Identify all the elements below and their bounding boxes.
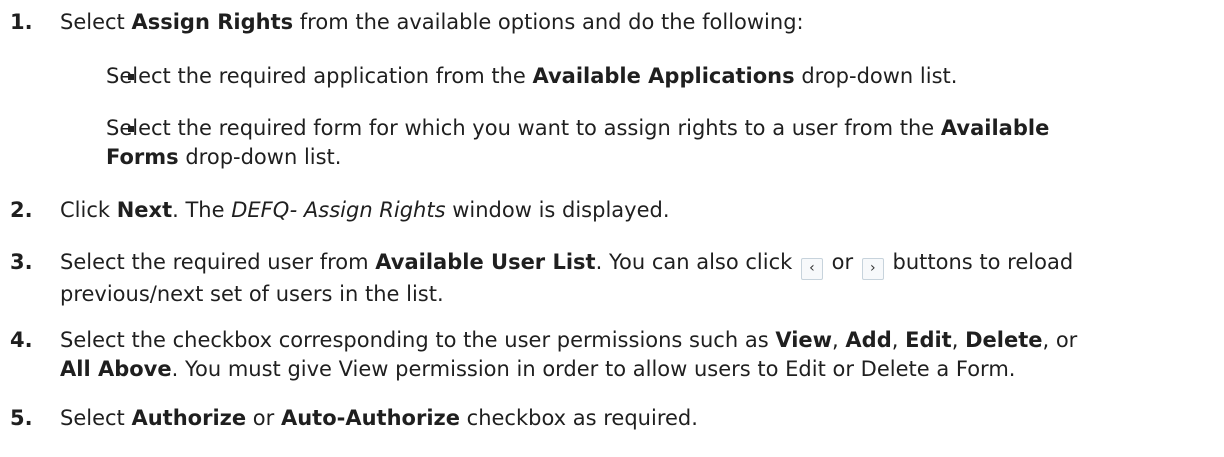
step-number: 3. — [10, 250, 33, 274]
step-text: Select the required user from Available … — [60, 250, 1074, 306]
chevron-right-icon: › — [861, 258, 884, 280]
instruction-document: 1. Select Assign Rights from the availab… — [0, 0, 1224, 457]
step-number: 1. — [10, 10, 33, 34]
chevron-left-icon: ‹ — [800, 258, 823, 280]
step-text: Select Authorize or Auto-Authorize check… — [60, 406, 698, 430]
bullet-text: Select the required form for which you w… — [106, 116, 1050, 169]
step-text: Select Assign Rights from the available … — [60, 10, 804, 34]
step-text: Select the checkbox corresponding to the… — [60, 328, 1078, 381]
step-text: Click Next. The DEFQ- Assign Rights wind… — [60, 198, 670, 222]
step-number: 5. — [10, 406, 33, 430]
bullet-text: Select the required application from the… — [106, 64, 958, 88]
step-number: 4. — [10, 328, 33, 352]
step-number: 2. — [10, 198, 33, 222]
